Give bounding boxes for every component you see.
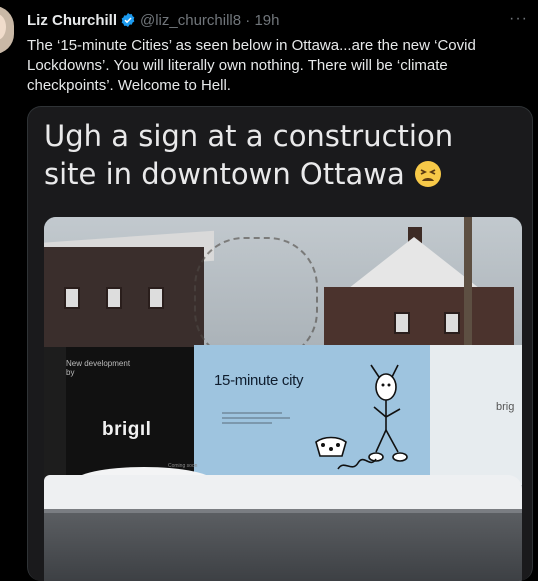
sign-brand-left: brigıl <box>102 419 152 440</box>
media-caption-text: Ugh a sign at a construction site in dow… <box>44 119 454 191</box>
hoarding-white-panel <box>430 345 522 485</box>
cartoon-dog-illustration <box>315 364 408 470</box>
more-options-icon[interactable]: ··· <box>509 10 528 28</box>
bare-tree <box>194 237 318 361</box>
tweet-timestamp[interactable]: 19h <box>254 12 279 29</box>
sign-brand-right: brig <box>496 401 515 413</box>
house-window <box>394 312 410 334</box>
author-name[interactable]: Liz Churchill <box>27 12 117 29</box>
hoarding-edge <box>44 347 66 487</box>
house-window <box>148 287 164 309</box>
avatar[interactable] <box>0 6 14 54</box>
media-card[interactable]: Ugh a sign at a construction site in dow… <box>27 106 533 581</box>
tired-face-emoji-icon <box>414 159 442 197</box>
snowy-roof-right <box>344 237 484 292</box>
house-window <box>64 287 80 309</box>
header-separator: · <box>245 12 251 29</box>
media-caption: Ugh a sign at a construction site in dow… <box>44 117 514 197</box>
house-window <box>106 287 122 309</box>
tweet-text: The ‘15-minute Cities’ as seen below in … <box>27 37 476 94</box>
sign-new-development-text: New development by <box>66 359 131 377</box>
construction-site-photo[interactable]: New development by brigıl Coming soon 15… <box>44 217 522 581</box>
road <box>44 513 522 581</box>
verified-badge-icon <box>120 12 136 32</box>
tweet-header: Liz Churchill @liz_churchill8 · 19h <box>27 12 279 32</box>
author-handle[interactable]: @liz_churchill8 <box>140 12 241 29</box>
house-window <box>444 312 460 334</box>
